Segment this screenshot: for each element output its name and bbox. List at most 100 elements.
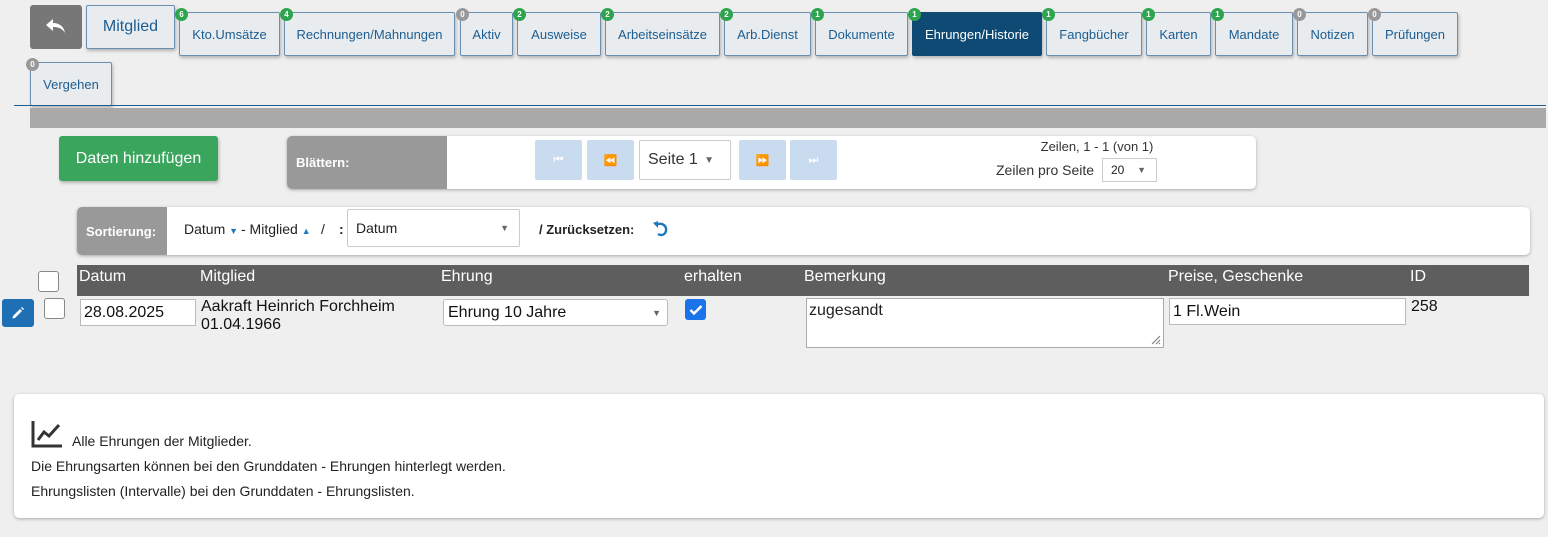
sort-field-datum[interactable]: Datum ▼ xyxy=(184,221,238,237)
chevron-down-icon: ▼ xyxy=(704,154,714,166)
header-id[interactable]: ID xyxy=(1410,268,1426,286)
sort-asc-icon: ▲ xyxy=(301,226,311,236)
tab-label: Karten xyxy=(1159,26,1198,42)
count-badge: 6 xyxy=(175,8,188,21)
tab-label: Ausweise xyxy=(531,26,587,42)
add-data-button[interactable]: Daten hinzufügen xyxy=(59,136,218,181)
tab-rechnungen[interactable]: 4 Rechnungen/Mahnungen xyxy=(280,8,455,56)
tab-label: Ehrungen/Historie xyxy=(924,26,1030,42)
rows-per-page-value: 20 xyxy=(1111,163,1125,177)
count-badge: 4 xyxy=(280,8,293,21)
next-page-button[interactable]: ⏩ xyxy=(739,140,786,180)
erhalten-checkbox[interactable] xyxy=(685,299,706,320)
sort-select-value: Datum xyxy=(356,220,398,236)
count-badge: 1 xyxy=(1042,8,1055,21)
page-select-value: Seite 1 xyxy=(648,151,698,168)
tab-vergehen[interactable]: 0 Vergehen xyxy=(26,58,112,106)
header-erhalten[interactable]: erhalten xyxy=(684,268,742,286)
tab-mandate[interactable]: 1 Mandate xyxy=(1211,8,1293,56)
count-badge: 1 xyxy=(1142,8,1155,21)
header-ehrung[interactable]: Ehrung xyxy=(441,268,493,286)
row-select-checkbox[interactable] xyxy=(44,298,65,319)
tab-aktiv[interactable]: 0 Aktiv xyxy=(456,8,513,56)
sort-field-label: - Mitglied xyxy=(241,221,298,237)
header-mitglied[interactable]: Mitglied xyxy=(200,268,255,286)
edit-button[interactable] xyxy=(2,299,34,327)
tab-label: Dokumente xyxy=(828,26,895,42)
rewind-icon: ⏪ xyxy=(603,154,618,167)
tab-pruefungen[interactable]: 0 Prüfungen xyxy=(1368,8,1458,56)
tab-label: Arbeitseinsätze xyxy=(618,26,707,42)
last-page-icon: ⏭ xyxy=(808,153,819,166)
reset-label: / Zurücksetzen: xyxy=(539,222,635,237)
ehrung-select[interactable]: Ehrung 10 Jahre ▼ xyxy=(443,299,668,326)
tab-label: Aktiv xyxy=(472,26,501,42)
header-preise[interactable]: Preise, Geschenke xyxy=(1168,268,1303,286)
row-id: 258 xyxy=(1411,298,1438,315)
pager-label: Blättern: xyxy=(287,136,447,189)
count-badge: 0 xyxy=(1368,8,1381,21)
header-bemerkung[interactable]: Bemerkung xyxy=(804,268,886,286)
header-datum[interactable]: Datum xyxy=(79,268,126,286)
tab-label: Notizen xyxy=(1310,26,1355,42)
mitglied-birthdate: 01.04.1966 xyxy=(201,316,282,333)
tab-fangbuecher[interactable]: 1 Fangbücher xyxy=(1042,8,1142,56)
undo-arrow-icon xyxy=(46,19,65,33)
ehrung-value: Ehrung 10 Jahre xyxy=(448,303,567,321)
reset-icon[interactable] xyxy=(652,219,670,244)
count-badge: 1 xyxy=(811,8,824,21)
last-page-button[interactable]: ⏭ xyxy=(790,140,837,180)
rows-per-page-label: Zeilen pro Seite xyxy=(996,162,1095,178)
info-line-3: Ehrungslisten (Intervalle) bei den Grund… xyxy=(31,483,415,499)
chevron-down-icon: ▼ xyxy=(500,223,509,233)
datum-input[interactable]: 28.08.2025 xyxy=(80,299,196,326)
sort-label: Sortierung: xyxy=(77,207,167,255)
sort-bar: Sortierung: Datum ▼ - Mitglied ▲ / : Dat… xyxy=(77,207,1530,255)
info-line-1: Alle Ehrungen der Mitglieder. xyxy=(72,433,252,449)
tab-label: Rechnungen/Mahnungen xyxy=(296,26,443,42)
table-header: Datum Mitglied Ehrung erhalten Bemerkung… xyxy=(77,265,1529,296)
bemerkung-textarea[interactable]: zugesandt xyxy=(806,298,1164,348)
first-page-button[interactable]: ⏮ xyxy=(535,140,582,180)
fast-forward-icon: ⏩ xyxy=(755,154,770,167)
tab-label: Mandate xyxy=(1228,26,1280,42)
tab-label: Mitglied xyxy=(102,18,159,35)
select-all-checkbox[interactable] xyxy=(38,271,59,292)
tab-label: Vergehen xyxy=(43,76,99,92)
info-line-2: Die Ehrungsarten können bei den Grunddat… xyxy=(31,458,506,474)
page-select[interactable]: Seite 1 ▼ xyxy=(639,140,731,180)
preise-input[interactable]: 1 Fl.Wein xyxy=(1169,298,1406,325)
tab-arb-dienst[interactable]: 2 Arb.Dienst xyxy=(720,8,811,56)
resize-handle-icon[interactable] xyxy=(1151,335,1161,345)
toolbar-band xyxy=(30,108,1546,128)
tab-dokumente[interactable]: 1 Dokumente xyxy=(811,8,908,56)
tab-arbeitseinsaetze[interactable]: 2 Arbeitseinsätze xyxy=(601,8,720,56)
back-button[interactable] xyxy=(30,5,82,49)
tab-ausweise[interactable]: 2 Ausweise xyxy=(513,8,601,56)
prev-page-button[interactable]: ⏪ xyxy=(587,140,634,180)
tab-ehrungen-historie[interactable]: 1 Ehrungen/Historie xyxy=(908,8,1042,56)
datum-value: 28.08.2025 xyxy=(84,303,165,321)
count-badge: 2 xyxy=(513,8,526,21)
tab-mitglied[interactable]: Mitglied xyxy=(86,5,175,49)
tab-notizen[interactable]: 0 Notizen xyxy=(1293,8,1368,56)
pager: Blättern: ⏮ ⏪ Seite 1 ▼ ⏩ ⏭ Zeilen, 1 - … xyxy=(287,136,1256,189)
tabs-divider xyxy=(14,105,1546,106)
checkmark-icon xyxy=(689,304,702,315)
chevron-down-icon: ▼ xyxy=(1137,165,1146,175)
first-page-icon: ⏮ xyxy=(553,153,564,166)
sort-select[interactable]: Datum ▼ xyxy=(347,209,520,247)
sort-separator: / xyxy=(321,221,325,237)
rows-per-page-select[interactable]: 20 ▼ xyxy=(1102,158,1157,182)
preise-value: 1 Fl.Wein xyxy=(1173,302,1241,320)
tab-karten[interactable]: 1 Karten xyxy=(1142,8,1211,56)
tab-kto-umsaetze[interactable]: 6 Kto.Umsätze xyxy=(175,8,280,56)
sort-field-mitglied[interactable]: - Mitglied ▲ xyxy=(241,221,311,237)
count-badge: 1 xyxy=(908,8,921,21)
mitglied-name: Aakraft Heinrich Forchheim xyxy=(201,298,395,315)
tab-label: Fangbücher xyxy=(1059,26,1129,42)
count-badge: 2 xyxy=(601,8,614,21)
line-chart-icon xyxy=(31,421,62,448)
tab-label: Prüfungen xyxy=(1385,26,1445,42)
count-badge: 2 xyxy=(720,8,733,21)
